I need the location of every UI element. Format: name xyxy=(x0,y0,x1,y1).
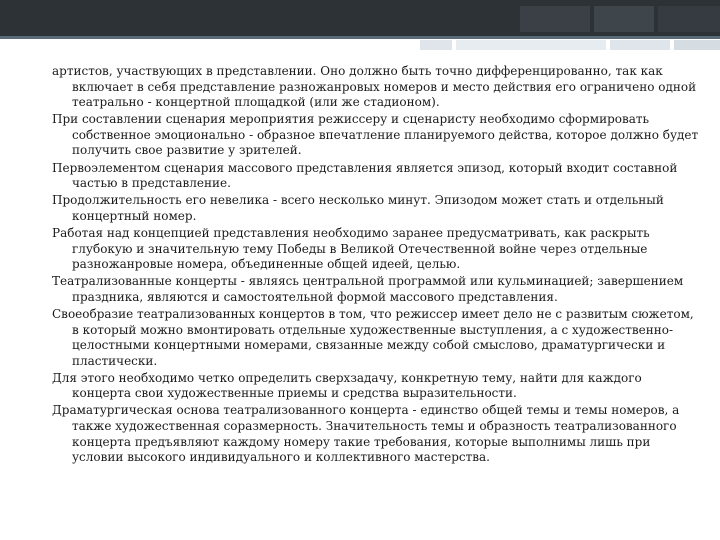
decor-block xyxy=(610,40,670,50)
decor-block xyxy=(456,40,606,50)
paragraph: артистов, участвующих в представлении. О… xyxy=(52,64,697,110)
slide-body: артистов, участвующих в представлении. О… xyxy=(52,64,700,467)
paragraph: Для этого необходимо четко определить св… xyxy=(52,370,642,401)
paragraph: Продолжительность его невелика - всего н… xyxy=(52,193,664,223)
header-subdecoration xyxy=(420,40,720,54)
header-block xyxy=(658,6,720,32)
paragraph: Драматургическая основа театрализованног… xyxy=(52,403,680,465)
paragraph: Своеобразие театрализованных концертов в… xyxy=(52,306,694,368)
paragraph: Работая над концепцией представления нео… xyxy=(52,225,650,272)
paragraph: Первоэлементом сценария массового предст… xyxy=(52,160,678,191)
paragraph: Театрализованные концерты - являясь цент… xyxy=(52,274,684,304)
header-accent-line xyxy=(0,36,720,39)
header-decoration xyxy=(520,6,720,32)
header-block xyxy=(594,6,654,32)
decor-block xyxy=(420,40,452,50)
decor-block xyxy=(674,40,720,50)
header-block xyxy=(520,6,590,32)
paragraph: При составлении сценария мероприятия реж… xyxy=(52,112,699,158)
